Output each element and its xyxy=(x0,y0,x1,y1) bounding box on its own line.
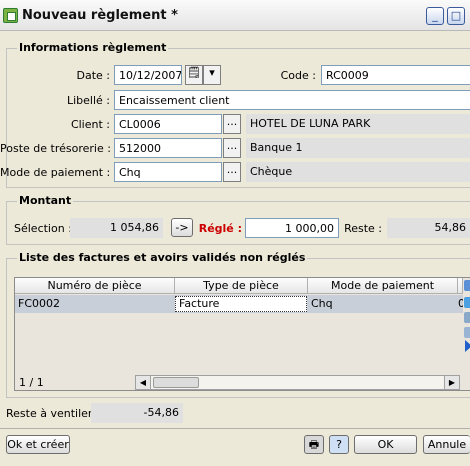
mode-label: Mode de paiement : xyxy=(0,166,111,179)
client-name: HOTEL DE LUNA PARK xyxy=(246,114,470,134)
selection-value: 1 054,86 xyxy=(70,218,163,238)
montant-group-title: Montant xyxy=(17,194,74,207)
regle-label: Réglé : xyxy=(198,222,242,235)
refresh-icon[interactable] xyxy=(464,327,470,338)
factures-group-title: Liste des factures et avoirs validés non… xyxy=(17,251,308,264)
pager: 1 / 1 xyxy=(19,376,44,389)
code-input[interactable]: RC0009 xyxy=(321,65,470,85)
play-icon[interactable] xyxy=(465,340,470,352)
horizontal-scrollbar[interactable]: ◀ ▶ xyxy=(135,375,460,390)
edit-icon[interactable] xyxy=(464,280,470,291)
ok-button[interactable]: OK xyxy=(354,435,417,454)
window-title: Nouveau règlement * xyxy=(22,8,178,23)
calendar-icon[interactable]: 🗒 xyxy=(185,65,203,85)
column-header-extra[interactable] xyxy=(458,278,463,294)
code-label: Code : xyxy=(280,69,316,82)
cancel-button[interactable]: Annule xyxy=(423,435,470,454)
cell-numero: FC0002 xyxy=(18,297,61,310)
column-header-mode[interactable]: Mode de paiement xyxy=(308,278,458,294)
footer-divider xyxy=(0,428,470,429)
mode-browse-button[interactable]: ... xyxy=(223,162,241,182)
column-header-type[interactable]: Type de pièce xyxy=(175,278,308,294)
cell-type[interactable]: Facture xyxy=(175,296,307,312)
date-dropdown-button[interactable]: ▾ xyxy=(203,65,221,85)
reste-label: Reste : xyxy=(344,222,382,235)
factures-grid: Numéro de pièce Type de pièce Mode de pa… xyxy=(14,277,470,391)
poste-code-input[interactable]: 512000 xyxy=(114,138,222,158)
magnify-icon[interactable] xyxy=(464,297,470,308)
print-icon[interactable]: 🖶 xyxy=(304,435,324,454)
regle-input[interactable]: 1 000,00 xyxy=(245,218,339,238)
info-group-title: Informations règlement xyxy=(17,41,169,54)
cell-mode: Chq xyxy=(311,297,333,310)
date-label: Date : xyxy=(76,69,111,82)
mode-code-input[interactable]: Chq xyxy=(114,162,222,182)
table-row[interactable]: FC0002 Facture Chq 0 xyxy=(15,295,463,313)
app-icon xyxy=(3,8,18,23)
client-browse-button[interactable]: ... xyxy=(223,114,241,134)
maximize-button[interactable]: □ xyxy=(447,7,465,25)
title-bar: Nouveau règlement * _ □ xyxy=(0,0,470,31)
scroll-right-icon[interactable]: ▶ xyxy=(444,376,459,389)
libelle-input[interactable]: Encaissement client xyxy=(114,90,470,110)
copy-icon[interactable] xyxy=(464,312,470,323)
mode-name: Chèque xyxy=(246,162,470,182)
client-label: Client : xyxy=(70,118,110,131)
poste-name: Banque 1 xyxy=(246,138,470,158)
scroll-thumb[interactable] xyxy=(153,377,199,388)
ok-create-button[interactable]: Ok et créer xyxy=(6,435,70,454)
minimize-button[interactable]: _ xyxy=(426,7,444,25)
poste-browse-button[interactable]: ... xyxy=(223,138,241,158)
selection-label: Sélection : xyxy=(14,222,72,235)
cell-extra: 0 xyxy=(458,297,463,310)
reste-ventiler-label: Reste à ventiler : xyxy=(6,407,100,420)
reste-ventiler-value: -54,86 xyxy=(91,403,183,423)
column-header-numero[interactable]: Numéro de pièce xyxy=(15,278,175,294)
client-code-input[interactable]: CL0006 xyxy=(114,114,222,134)
help-icon[interactable]: ? xyxy=(329,435,349,454)
date-input[interactable]: 10/12/2007 xyxy=(114,65,182,85)
reste-value: 54,86 xyxy=(387,218,470,238)
libelle-label: Libellé : xyxy=(66,94,110,107)
scroll-left-icon[interactable]: ◀ xyxy=(136,376,151,389)
transfer-button[interactable]: -> xyxy=(171,218,193,237)
poste-label: Poste de trésorerie : xyxy=(0,142,111,155)
